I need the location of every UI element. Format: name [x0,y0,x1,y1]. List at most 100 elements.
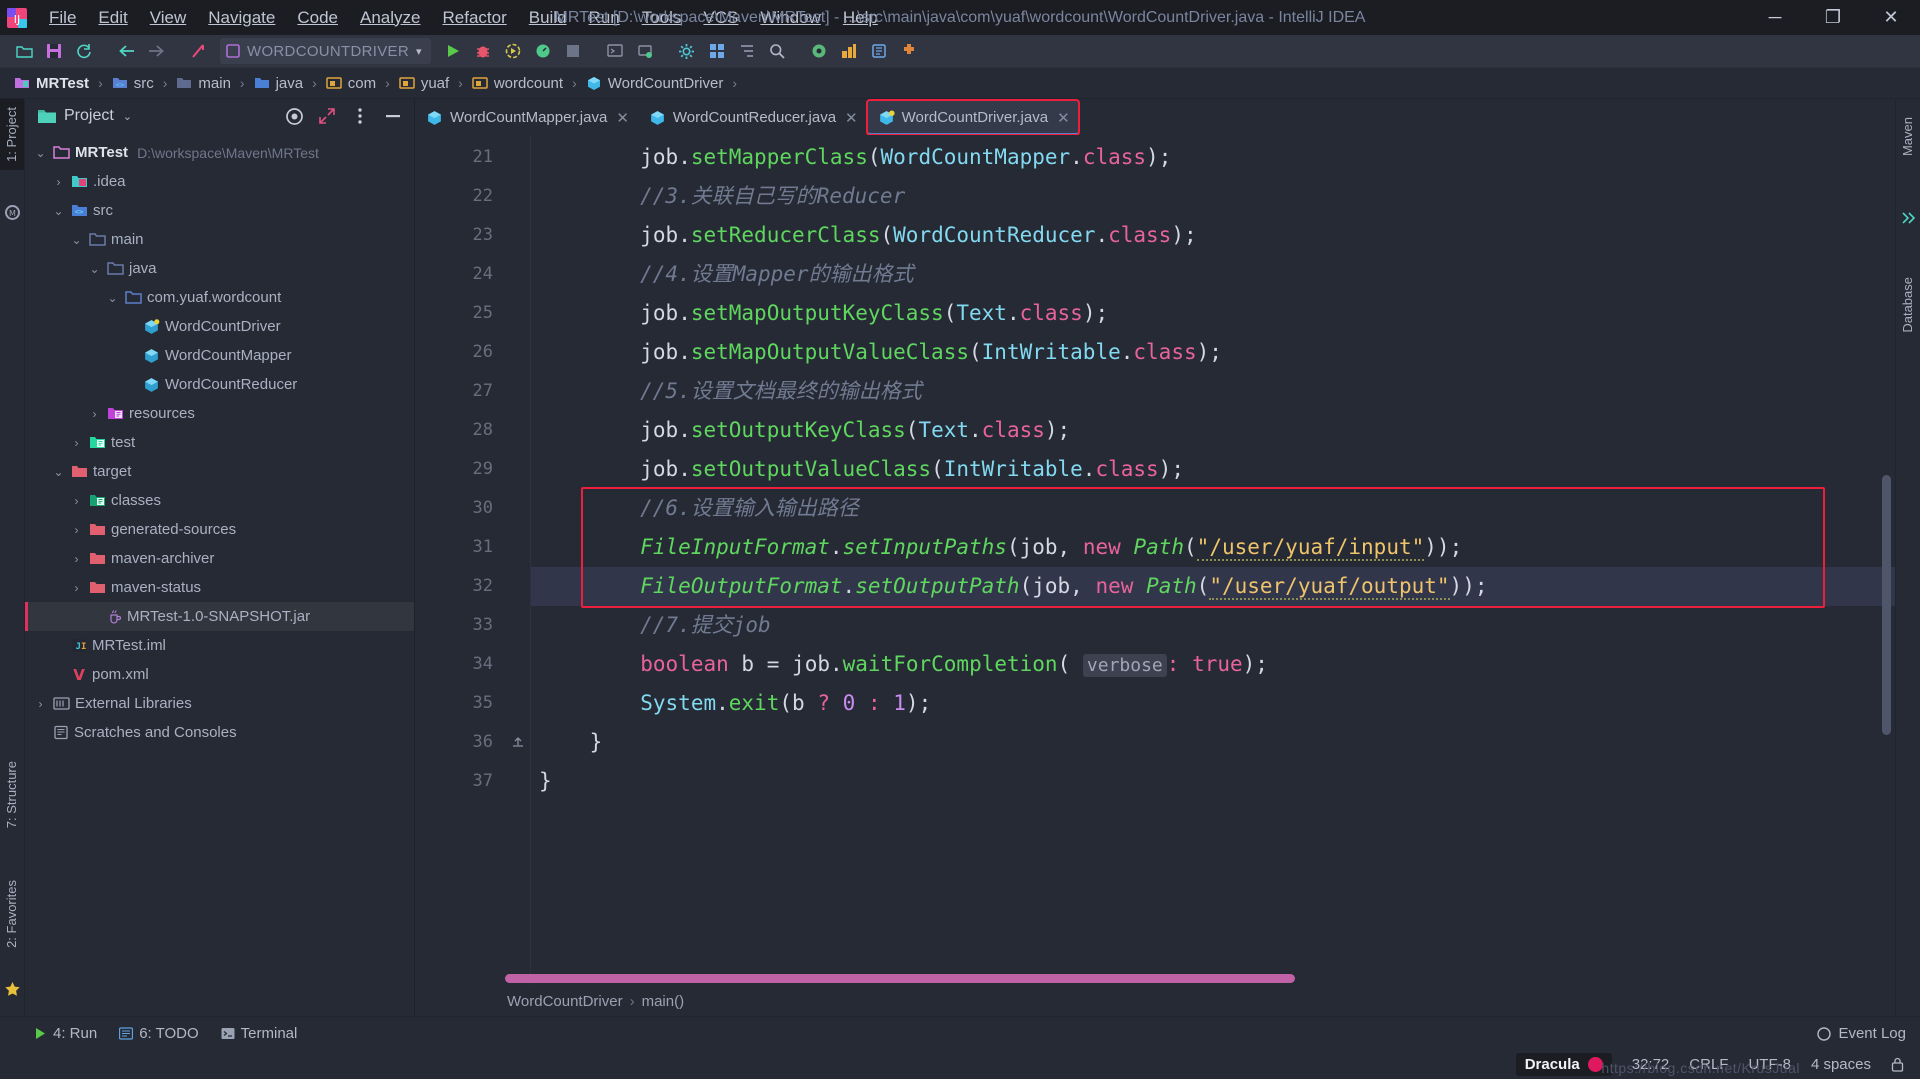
breadcrumb-item-java[interactable]: java [250,73,308,94]
settings-gear-icon[interactable] [673,38,701,64]
minimize-button[interactable]: ─ [1746,0,1804,35]
open-in-browser-icon[interactable] [184,38,212,64]
maximize-button[interactable]: ❐ [1804,0,1862,35]
tree-node-idea[interactable]: › .idea [25,167,414,196]
chevron-down-icon[interactable]: ⌄ [123,110,132,123]
code-line[interactable]: } [531,723,603,762]
tree-node-wordcountreducer[interactable]: ›WordCountReducer [25,370,414,399]
code-line[interactable]: job.setReducerClass(WordCountReducer.cla… [531,216,1196,255]
menu-refactor[interactable]: Refactor [431,4,517,32]
run-with-coverage-icon[interactable] [499,38,527,64]
breadcrumb-item-mrtest[interactable]: MRTest [10,73,93,94]
breadcrumb-item-wordcountdriver[interactable]: WordCountDriver [582,73,728,94]
forward-arrow-icon[interactable] [142,38,170,64]
layout-grid-icon[interactable] [703,38,731,64]
code-line[interactable]: job.setMapOutputValueClass(IntWritable.c… [531,333,1222,372]
tree-node-external-libraries[interactable]: › External Libraries [25,689,414,718]
menu-navigate[interactable]: Navigate [197,4,286,32]
vertical-scrollbar[interactable] [1882,475,1891,735]
sidebar-item-database[interactable]: Database [1895,269,1920,341]
menu-view[interactable]: View [139,4,198,32]
sync-icon[interactable] [70,38,98,64]
chevron-right-icon[interactable]: › [69,523,84,537]
chevron-down-icon[interactable]: ⌄ [51,204,66,218]
chevron-right-icon[interactable]: › [69,552,84,566]
code-line[interactable]: //5.设置文档最终的输出格式 [531,372,922,411]
code-line[interactable]: job.setOutputKeyClass(Text.class); [531,411,1070,450]
more-options-icon[interactable] [347,103,373,129]
breadcrumb-item-src[interactable]: <> src [108,73,158,94]
collapse-all-icon[interactable] [314,103,340,129]
tree-node-resources[interactable]: › resources [25,399,414,428]
run-icon[interactable] [439,38,467,64]
close-icon[interactable]: ✕ [845,109,858,127]
tree-node-wordcountmapper[interactable]: ›WordCountMapper [25,341,414,370]
code-text-area[interactable]: job.setMapperClass(WordCountMapper.class… [531,135,1895,986]
sidebar-item-favorites[interactable]: 2: Favorites [0,872,24,956]
chevron-down-icon[interactable]: ⌄ [33,146,48,160]
run-dashboard-icon[interactable] [601,38,629,64]
menu-file[interactable]: File [38,4,87,32]
chevron-right-icon[interactable]: › [33,697,48,711]
indent-setting[interactable]: 4 spaces [1811,1056,1871,1073]
line-number-gutter[interactable]: 21 22 23 24 25 26 27 28 29 30 31 32 33 34 35 36 37 [415,135,505,986]
maven-refresh-icon[interactable] [1900,209,1917,226]
breadcrumb-item-yuaf[interactable]: yuaf [395,73,453,94]
code-line[interactable]: //3.关联自己写的Reducer [531,177,905,216]
bottom-tool-terminal[interactable]: Terminal [221,1025,297,1042]
bottom-tool-todo[interactable]: 6: TODO [119,1025,199,1042]
menu-analyze[interactable]: Analyze [349,4,431,32]
tree-node-mrtest-1-0-snapshot-jar[interactable]: ›MRTest-1.0-SNAPSHOT.jar [25,602,414,631]
bookmark-icon[interactable] [865,38,893,64]
editor-breadcrumb-method[interactable]: main() [642,993,685,1010]
tree-node-scratches-and-consoles[interactable]: ›Scratches and Consoles [25,718,414,747]
locate-target-icon[interactable] [281,103,307,129]
sidebar-item-maven[interactable]: Maven [1895,109,1920,164]
tree-node-wordcountdriver[interactable]: ›WordCountDriver [25,312,414,341]
code-line[interactable]: job.setOutputValueClass(IntWritable.clas… [531,450,1184,489]
code-line[interactable]: FileOutputFormat.setOutputPath(job, new … [531,567,1488,606]
chevron-down-icon[interactable]: ⌄ [51,465,66,479]
tree-node-main[interactable]: ⌄ main [25,225,414,254]
tree-node-test[interactable]: › test [25,428,414,457]
save-all-icon[interactable] [40,38,68,64]
run-configuration-selector[interactable]: WORDCOUNTDRIVER ▾ [220,38,431,64]
profile-icon[interactable] [529,38,557,64]
tree-node-maven-status[interactable]: › maven-status [25,573,414,602]
breadcrumb-item-main[interactable]: main [172,73,235,94]
tree-node-java[interactable]: ⌄ java [25,254,414,283]
code-line[interactable]: //6.设置输入输出路径 [531,489,859,528]
plugin-icon[interactable] [895,38,923,64]
back-arrow-icon[interactable] [112,38,140,64]
chevron-down-icon[interactable]: ⌄ [105,291,120,305]
chevron-right-icon[interactable]: › [69,494,84,508]
chevron-down-icon[interactable]: ⌄ [69,233,84,247]
tree-node-pom-xml[interactable]: ›Vpom.xml [25,660,414,689]
chevron-right-icon[interactable]: › [69,436,84,450]
tree-node-src[interactable]: ⌄ <> src [25,196,414,225]
code-line[interactable]: FileInputFormat.setInputPaths(job, new P… [531,528,1462,567]
code-line[interactable]: job.setMapperClass(WordCountMapper.class… [531,138,1171,177]
marker-stripe[interactable] [1879,135,1895,986]
tree-node-mrtest-iml[interactable]: ›JIMRTest.iml [25,631,414,660]
sidebar-item-structure[interactable]: 7: Structure [0,753,24,836]
tree-node-mrtest[interactable]: ⌄ MRTest D:\workspace\Maven\MRTest [25,138,414,167]
event-log-button[interactable]: Event Log [1817,1025,1906,1042]
horizontal-scrollbar[interactable] [505,974,1295,983]
debug-icon[interactable] [469,38,497,64]
tree-node-classes[interactable]: › classes [25,486,414,515]
chevron-down-icon[interactable]: ⌄ [87,262,102,276]
code-line[interactable]: job.setMapOutputKeyClass(Text.class); [531,294,1108,333]
code-line[interactable]: } [531,762,552,801]
code-line[interactable]: boolean b = job.waitForCompletion( verbo… [531,645,1268,684]
inspect-icon[interactable] [805,38,833,64]
structure-icon[interactable] [733,38,761,64]
hide-panel-icon[interactable] [380,103,406,129]
chevron-right-icon[interactable]: › [87,407,102,421]
editor-tab-wordcountdriver[interactable]: WordCountDriver.java ✕ [865,99,1080,136]
code-line[interactable]: //4.设置Mapper的输出格式 [531,255,913,294]
stop-icon[interactable] [559,38,587,64]
open-folder-icon[interactable] [10,38,38,64]
search-icon[interactable] [763,38,791,64]
favorites-star-icon[interactable] [4,981,21,998]
